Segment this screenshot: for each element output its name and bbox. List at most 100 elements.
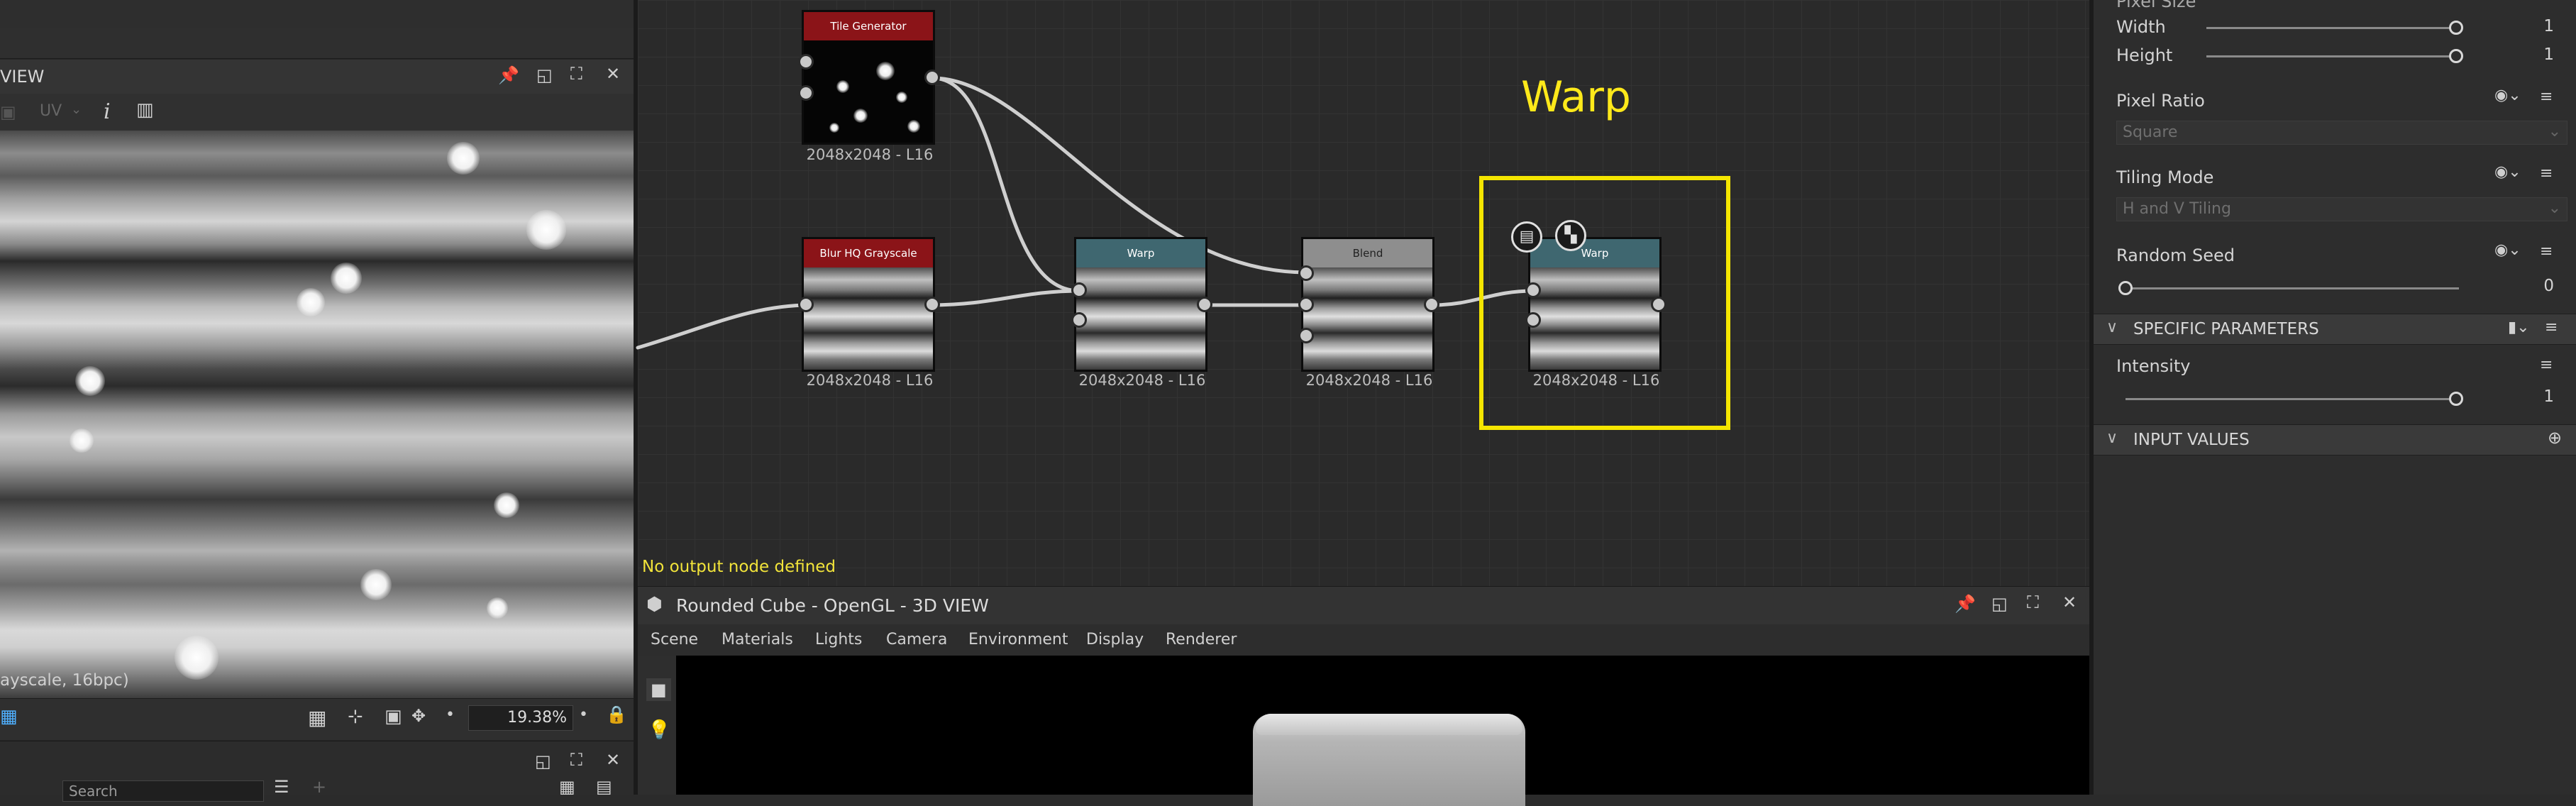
expose-parameter-icon[interactable]: ◉⌄: [2494, 163, 2521, 181]
node-thumbnail: [1303, 267, 1432, 370]
connection-wire: [930, 76, 1082, 293]
parameter-menu-icon[interactable]: ≡: [2540, 88, 2553, 106]
width-slider-knob[interactable]: [2449, 21, 2463, 35]
output-port[interactable]: [1651, 297, 1666, 312]
node-blur-hq-grayscale[interactable]: Blur HQ Grayscale: [802, 237, 935, 372]
input-port[interactable]: [798, 85, 814, 101]
no-output-message: No output node defined: [642, 558, 836, 576]
node-warp[interactable]: Warp: [1074, 237, 1207, 372]
tiling-mode-select[interactable]: H and V Tiling ⌄: [2116, 197, 2567, 221]
node-thumbnail: [1530, 267, 1659, 370]
height-slider-knob[interactable]: [2449, 49, 2463, 63]
node-tile-generator[interactable]: Tile Generator: [802, 10, 935, 145]
document-icon[interactable]: ▤: [1511, 221, 1542, 253]
input-port[interactable]: [798, 297, 814, 312]
input-values-title: INPUT VALUES: [2133, 431, 2250, 449]
node-thumbnail: [1076, 267, 1205, 370]
width-value[interactable]: 1: [2526, 17, 2554, 35]
thumb-dot: [907, 120, 920, 133]
connection-wire: [929, 289, 1082, 307]
width-label: Width: [2116, 17, 2166, 37]
input-port[interactable]: [1071, 282, 1087, 298]
node-resolution-label: 2048x2048 - L16: [1305, 372, 1433, 389]
output-port[interactable]: [1424, 297, 1439, 312]
intensity-slider-knob[interactable]: [2449, 392, 2463, 406]
menu-lights[interactable]: Lights: [815, 624, 862, 648]
expose-parameter-icon[interactable]: ◉⌄: [2494, 87, 2521, 104]
camera-icon[interactable]: ■: [646, 678, 671, 701]
input-port[interactable]: [1071, 312, 1087, 328]
node-header: Warp: [1530, 239, 1659, 267]
node-warp-selected[interactable]: Warp: [1528, 237, 1662, 372]
height-slider-track[interactable]: [2206, 55, 2459, 57]
intensity-slider-track[interactable]: [2126, 398, 2452, 400]
input-port[interactable]: [798, 54, 814, 70]
thumb-dot: [853, 109, 868, 123]
graph-comment[interactable]: Warp: [1521, 72, 1631, 122]
random-seed-slider-knob[interactable]: [2118, 281, 2133, 295]
pixel-size-label: Pixel Size: [2116, 0, 2196, 11]
menu-environment[interactable]: Environment: [968, 624, 1068, 648]
cube-icon: ⬢: [646, 594, 663, 615]
node-header: Tile Generator: [804, 12, 933, 40]
node-thumbnail: [804, 40, 933, 143]
section-menu-icon[interactable]: ≡: [2545, 319, 2558, 336]
connection-wire: [636, 303, 812, 350]
pin-icon[interactable]: 📌: [1955, 594, 1976, 614]
thumb-dot: [836, 80, 849, 93]
node-thumbnail: [804, 267, 933, 370]
output-port[interactable]: [924, 70, 940, 85]
tiling-mode-label: Tiling Mode: [2116, 167, 2214, 187]
input-port[interactable]: [1298, 265, 1314, 281]
menu-materials[interactable]: Materials: [722, 624, 793, 648]
thumb-dot: [829, 123, 839, 133]
node-header: Warp: [1076, 239, 1205, 267]
node-header: Blur HQ Grayscale: [804, 239, 933, 267]
input-port[interactable]: [1298, 328, 1314, 343]
output-port[interactable]: [1197, 297, 1212, 312]
pixel-ratio-label: Pixel Ratio: [2116, 91, 2205, 111]
thumb-dot: [896, 92, 907, 103]
input-port[interactable]: [1525, 282, 1541, 298]
3d-view-menu-bar: Scene Materials Lights Camera Environmen…: [638, 624, 2089, 656]
input-port[interactable]: [1525, 312, 1541, 328]
properties-panel: [2094, 0, 2576, 795]
node-resolution-label: 2048x2048 - L16: [806, 372, 934, 389]
menu-camera[interactable]: Camera: [886, 624, 947, 648]
light-icon[interactable]: 💡: [648, 719, 670, 741]
node-resolution-label: 2048x2048 - L16: [806, 146, 934, 163]
maximize-icon[interactable]: ⛶: [2027, 592, 2039, 612]
parameter-menu-icon[interactable]: ≡: [2540, 243, 2553, 260]
checker-icon[interactable]: ▚: [1555, 220, 1586, 251]
random-seed-value[interactable]: 0: [2526, 277, 2554, 295]
thumb-dot: [876, 62, 895, 80]
width-slider-track[interactable]: [2206, 27, 2459, 29]
pixel-ratio-select[interactable]: Square ⌄: [2116, 121, 2567, 145]
input-port[interactable]: [1298, 297, 1314, 312]
3d-view-title-bar: ⬢ Rounded Cube - OpenGL - 3D VIEW 📌 ◱ ⛶ …: [638, 586, 2089, 626]
intensity-value[interactable]: 1: [2526, 387, 2554, 406]
random-seed-label: Random Seed: [2116, 245, 2235, 265]
parameter-menu-icon[interactable]: ≡: [2540, 356, 2553, 374]
input-values-section[interactable]: ∨ INPUT VALUES ⊕: [2094, 424, 2576, 456]
menu-renderer[interactable]: Renderer: [1166, 624, 1237, 648]
float-icon[interactable]: ◱: [1991, 594, 2008, 614]
random-seed-slider-track[interactable]: [2126, 287, 2459, 289]
specific-parameters-section[interactable]: ∨ SPECIFIC PARAMETERS ▮⌄ ≡: [2094, 314, 2576, 345]
node-blend[interactable]: Blend: [1301, 237, 1435, 372]
chevron-down-icon: ⌄: [2548, 199, 2561, 217]
preset-icon[interactable]: ▮⌄: [2508, 319, 2530, 336]
intensity-label: Intensity: [2116, 356, 2191, 376]
menu-scene[interactable]: Scene: [651, 624, 698, 648]
expose-parameter-icon[interactable]: ◉⌄: [2494, 241, 2521, 259]
close-icon[interactable]: ✕: [2062, 592, 2077, 612]
add-input-icon[interactable]: ⊕: [2548, 428, 2562, 448]
height-value[interactable]: 1: [2526, 45, 2554, 64]
parameter-menu-icon[interactable]: ≡: [2540, 165, 2553, 182]
specific-parameters-title: SPECIFIC PARAMETERS: [2133, 320, 2319, 338]
3d-view-title: Rounded Cube - OpenGL - 3D VIEW: [676, 595, 989, 616]
menu-display[interactable]: Display: [1086, 624, 1144, 648]
node-header: Blend: [1303, 239, 1432, 267]
chevron-down-icon: ∨: [2106, 319, 2118, 336]
output-port[interactable]: [924, 297, 940, 312]
